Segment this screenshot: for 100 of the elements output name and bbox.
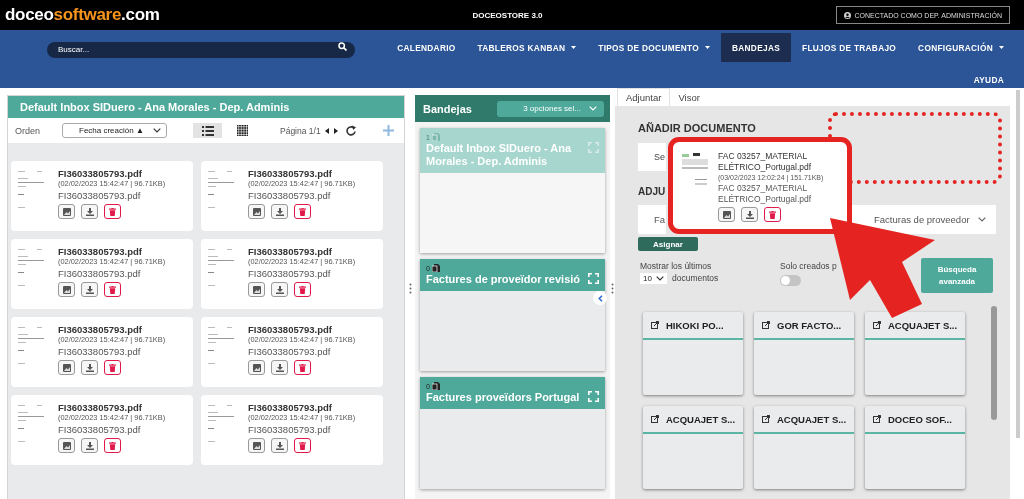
trash-icon — [109, 441, 116, 450]
nav-link[interactable]: CONFIGURACIÓN — [907, 33, 1015, 62]
panel-title: Default Inbox SIDuero - Ana Morales - Dep. Adminis — [8, 96, 404, 118]
collapse-button[interactable] — [593, 291, 607, 305]
board-card[interactable]: ACQUAJET S... — [643, 406, 743, 489]
tray-select[interactable]: Facturas de proveedor — [852, 205, 996, 234]
toggle-switch[interactable] — [780, 275, 801, 286]
image-icon — [62, 441, 71, 450]
download-button[interactable] — [271, 204, 288, 219]
delete-button[interactable] — [764, 207, 781, 222]
external-link-icon[interactable] — [873, 321, 881, 329]
nav-link[interactable]: TIPOS DE DOCUMENTO — [587, 33, 721, 62]
tab[interactable]: Visor — [670, 88, 708, 106]
preview-button[interactable] — [58, 360, 75, 375]
delete-button[interactable] — [104, 204, 121, 219]
document-name: FI36033805793.pdf — [248, 402, 333, 413]
scrollbar-thumb[interactable] — [1016, 90, 1020, 438]
delete-button[interactable] — [294, 360, 311, 375]
next-page-button[interactable] — [332, 125, 339, 136]
preview-button[interactable] — [58, 438, 75, 453]
nav-link[interactable]: AYUDA — [962, 65, 1015, 94]
image-icon — [252, 363, 261, 372]
board-title: HIKOKI PO... — [666, 319, 724, 331]
nav-link[interactable]: FLUJOS DE TRABAJO — [791, 33, 908, 62]
assign-button[interactable]: Asignar — [638, 237, 698, 251]
document-name: FI36033805793.pdf — [58, 402, 143, 413]
image-icon — [62, 285, 71, 294]
search-field[interactable]: Buscar... — [47, 41, 355, 58]
scrollbar-thumb[interactable] — [991, 306, 997, 420]
external-link-icon[interactable] — [873, 415, 881, 423]
trash-icon — [769, 210, 776, 219]
preview-button[interactable] — [248, 438, 265, 453]
select-file-button[interactable]: Se — [638, 143, 666, 171]
document-icon — [431, 382, 440, 390]
download-button[interactable] — [81, 204, 98, 219]
board-card[interactable]: GOR FACTO... — [754, 312, 854, 395]
download-button[interactable] — [271, 360, 288, 375]
external-link-icon[interactable] — [762, 321, 770, 329]
board-card[interactable]: ACQUAJET S... — [754, 406, 854, 489]
preview-button[interactable] — [58, 282, 75, 297]
logo[interactable]: doceosoftware.com — [5, 5, 160, 25]
refresh-icon[interactable] — [344, 124, 357, 137]
previous-page-button[interactable] — [323, 125, 330, 136]
nav-link[interactable]: BANDEJAS — [721, 33, 792, 62]
download-button[interactable] — [81, 438, 98, 453]
document-name: FI36033805793.pdf — [248, 324, 333, 335]
download-button[interactable] — [741, 207, 758, 222]
image-icon — [722, 210, 731, 219]
count-select[interactable]: 10 — [640, 273, 667, 284]
preview-button[interactable] — [248, 360, 265, 375]
board-card[interactable]: DOCEO SOF... — [865, 406, 965, 489]
sort-select[interactable]: Fecha creación ▲ — [62, 123, 167, 138]
download-icon — [85, 207, 94, 216]
download-button[interactable] — [81, 282, 98, 297]
tray-title: Factures proveïdors Portugal — [426, 391, 580, 404]
download-button[interactable] — [271, 438, 288, 453]
preview-button[interactable] — [248, 204, 265, 219]
document-name: FI36033805793.pdf — [248, 168, 333, 179]
preview-button[interactable] — [58, 204, 75, 219]
delete-button[interactable] — [294, 204, 311, 219]
option-label: Solo creados p — [780, 261, 838, 272]
nav-link[interactable]: CALENDARIO — [386, 33, 467, 62]
preview-button[interactable] — [718, 207, 735, 222]
download-button[interactable] — [271, 282, 288, 297]
document-icon — [431, 264, 440, 272]
delete-button[interactable] — [104, 282, 121, 297]
download-icon — [85, 441, 94, 450]
download-icon — [85, 363, 94, 372]
board-title: DOCEO SOF... — [888, 413, 952, 425]
delete-button[interactable] — [294, 282, 311, 297]
external-link-icon[interactable] — [762, 415, 770, 423]
external-link-icon[interactable] — [651, 321, 659, 329]
document-icon — [431, 133, 440, 141]
section-heading: ADJU — [638, 186, 666, 199]
tray-field[interactable]: Fa — [638, 205, 666, 234]
tray-title: Default Inbox SIDuero - Ana Morales - Dep. Adminis — [426, 142, 573, 168]
board-card[interactable]: ACQUAJET S... — [865, 312, 965, 395]
chevron-down-icon — [656, 276, 664, 281]
preview-button[interactable] — [248, 282, 265, 297]
nav-link[interactable]: TABLEROS KANBAN — [466, 33, 588, 62]
option-label: documentos — [672, 273, 719, 284]
gripper-icon[interactable] — [408, 283, 412, 294]
file-name: FI36033805793.pdf — [58, 423, 142, 436]
file-name: FI36033805793.pdf — [248, 423, 332, 436]
file-name: FI36033805793.pdf — [58, 345, 142, 358]
chevron-down-icon — [978, 217, 986, 222]
document-name: FI36033805793.pdf — [58, 246, 143, 257]
delete-button[interactable] — [104, 438, 121, 453]
external-link-icon[interactable] — [651, 415, 659, 423]
gripper-icon[interactable] — [611, 283, 614, 294]
board-card[interactable]: HIKOKI PO... — [643, 312, 743, 395]
list-view-button[interactable] — [193, 123, 222, 138]
trash-icon — [299, 207, 306, 216]
delete-button[interactable] — [294, 438, 311, 453]
file-name: FI36033805793.pdf — [58, 267, 142, 280]
download-icon — [275, 285, 284, 294]
image-icon — [252, 441, 261, 450]
download-button[interactable] — [81, 360, 98, 375]
tab[interactable]: Adjuntar — [617, 88, 671, 106]
delete-button[interactable] — [104, 360, 121, 375]
